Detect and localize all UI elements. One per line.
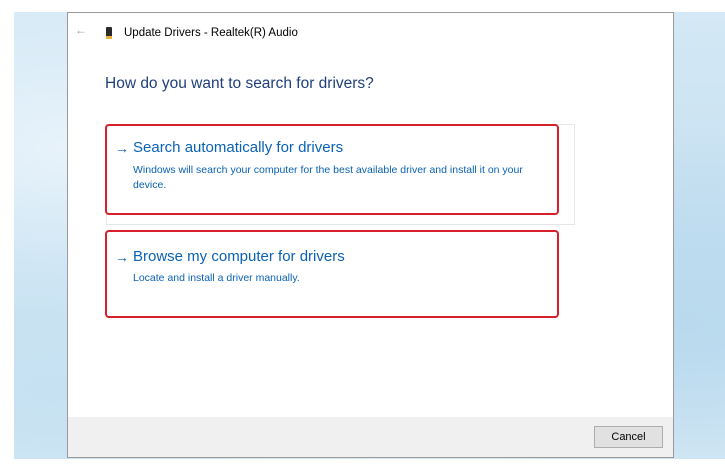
update-drivers-dialog: ← Update Drivers - Realtek(R) Audio How …: [67, 12, 674, 458]
window-title: Update Drivers - Realtek(R) Audio: [124, 27, 298, 39]
dialog-footer: Cancel: [68, 417, 673, 457]
search-automatically-option[interactable]: → Search automatically for drivers Windo…: [105, 124, 559, 215]
option-description: Locate and install a driver manually.: [133, 272, 300, 284]
arrow-right-icon: →: [115, 140, 129, 156]
arrow-right-icon: →: [115, 249, 129, 265]
option-description: Windows will search your computer for th…: [133, 164, 523, 191]
option-title: Search automatically for drivers: [133, 139, 344, 156]
device-icon: [106, 27, 112, 39]
option-title: Browse my computer for drivers: [133, 248, 345, 265]
title-bar: ← Update Drivers - Realtek(R) Audio: [68, 13, 673, 53]
page-heading: How do you want to search for drivers?: [105, 75, 374, 92]
browse-computer-option[interactable]: → Browse my computer for drivers Locate …: [105, 230, 559, 318]
cancel-button[interactable]: Cancel: [594, 426, 663, 448]
back-arrow-icon[interactable]: ←: [75, 24, 87, 36]
